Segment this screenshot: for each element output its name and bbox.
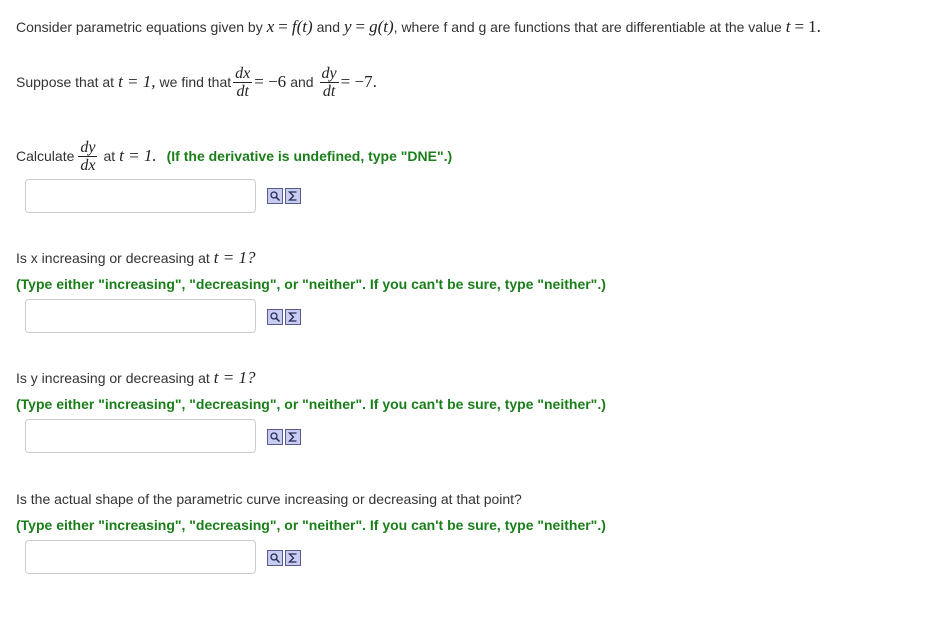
question-2-hint: (Type either "increasing", "decreasing",… <box>16 276 606 292</box>
given-derivatives: Suppose that at t = 1, we find that dx d… <box>16 60 377 104</box>
question-text: Is x increasing or decreasing at <box>16 250 210 266</box>
t-equals-one: t = 1? <box>213 248 256 267</box>
fraction-numerator: dy <box>319 64 339 83</box>
equals-sign: = <box>355 17 366 36</box>
question-hint: (If the derivative is undefined, type "D… <box>166 148 453 164</box>
sigma-equation-icon[interactable] <box>285 188 301 204</box>
question-1-prompt: Calculate dy dx at t = 1. (If the deriva… <box>16 134 452 178</box>
f-of-t: f(t) <box>291 17 313 36</box>
sigma-equation-icon[interactable] <box>285 550 301 566</box>
dy-dt-fraction: dy dt <box>319 64 339 100</box>
dy-dx-fraction: dy dx <box>78 138 98 174</box>
preview-icon[interactable] <box>267 429 283 445</box>
dx-dt-value: = −6 <box>254 72 287 91</box>
intro-text-cont: , where f and g are functions that are d… <box>393 19 782 35</box>
answer-input-2[interactable] <box>25 299 256 333</box>
t-equals-one: t = 1, <box>118 72 156 91</box>
t-equals-one: t = 1. <box>119 146 157 165</box>
fraction-denominator: dt <box>322 82 336 100</box>
fraction-numerator: dy <box>78 138 98 157</box>
given-text-cont: we find that <box>159 74 232 90</box>
dy-dt-value: = −7. <box>340 72 377 91</box>
preview-icon[interactable] <box>267 309 283 325</box>
question-text: Is y increasing or decreasing at <box>16 370 210 386</box>
and-text: and <box>316 19 340 35</box>
answer-input-1[interactable] <box>25 179 256 213</box>
question-text: at <box>103 148 116 164</box>
sigma-equation-icon[interactable] <box>285 429 301 445</box>
sigma-equation-icon[interactable] <box>285 309 301 325</box>
preview-icon[interactable] <box>267 550 283 566</box>
g-of-t: g(t) <box>369 17 394 36</box>
intro-text: Consider parametric equations given by <box>16 19 263 35</box>
question-2-prompt: Is x increasing or decreasing at t = 1? <box>16 247 255 269</box>
problem-intro: Consider parametric equations given by x… <box>16 16 821 38</box>
and-text: and <box>290 74 314 90</box>
question-4-hint: (Type either "increasing", "decreasing",… <box>16 517 606 533</box>
given-text: Suppose that at <box>16 74 115 90</box>
fraction-denominator: dx <box>80 156 96 174</box>
preview-icon[interactable] <box>267 188 283 204</box>
fraction-denominator: dt <box>236 82 249 100</box>
t-variable: t <box>785 17 791 36</box>
x-variable: x <box>266 17 275 36</box>
t-equals-one: t = 1? <box>213 368 256 387</box>
answer-input-3[interactable] <box>25 419 256 453</box>
answer-input-4[interactable] <box>25 540 256 574</box>
dx-dt-fraction: dx dt <box>233 64 253 100</box>
y-variable: y <box>343 17 352 36</box>
question-4-prompt: Is the actual shape of the parametric cu… <box>16 488 522 510</box>
value-one: 1. <box>808 17 821 36</box>
equals-sign: = <box>794 17 805 36</box>
question-3-hint: (Type either "increasing", "decreasing",… <box>16 396 606 412</box>
question-text: Is the actual shape of the parametric cu… <box>16 491 522 507</box>
fraction-numerator: dx <box>233 64 253 83</box>
question-3-prompt: Is y increasing or decreasing at t = 1? <box>16 367 255 389</box>
equals-sign: = <box>278 17 288 36</box>
question-text: Calculate <box>16 148 75 164</box>
